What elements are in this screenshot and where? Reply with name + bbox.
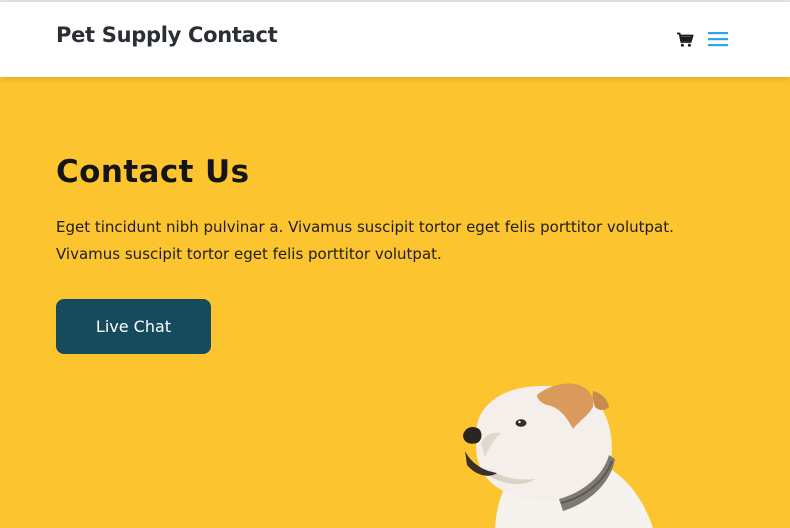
site-logo-text[interactable]: Pet Supply Contact (56, 23, 278, 47)
page-title: Contact Us (56, 154, 250, 190)
hamburger-menu-icon[interactable] (707, 30, 729, 48)
contact-hero-section: Contact Us Eget tincidunt nibh pulvinar … (0, 77, 790, 528)
live-chat-button[interactable]: Live Chat (56, 299, 211, 354)
site-header: Pet Supply Contact (0, 2, 790, 77)
hero-description: Eget tincidunt nibh pulvinar a. Vivamus … (56, 218, 674, 263)
shopping-cart-icon[interactable] (676, 32, 694, 48)
bulldog-image (455, 377, 685, 528)
